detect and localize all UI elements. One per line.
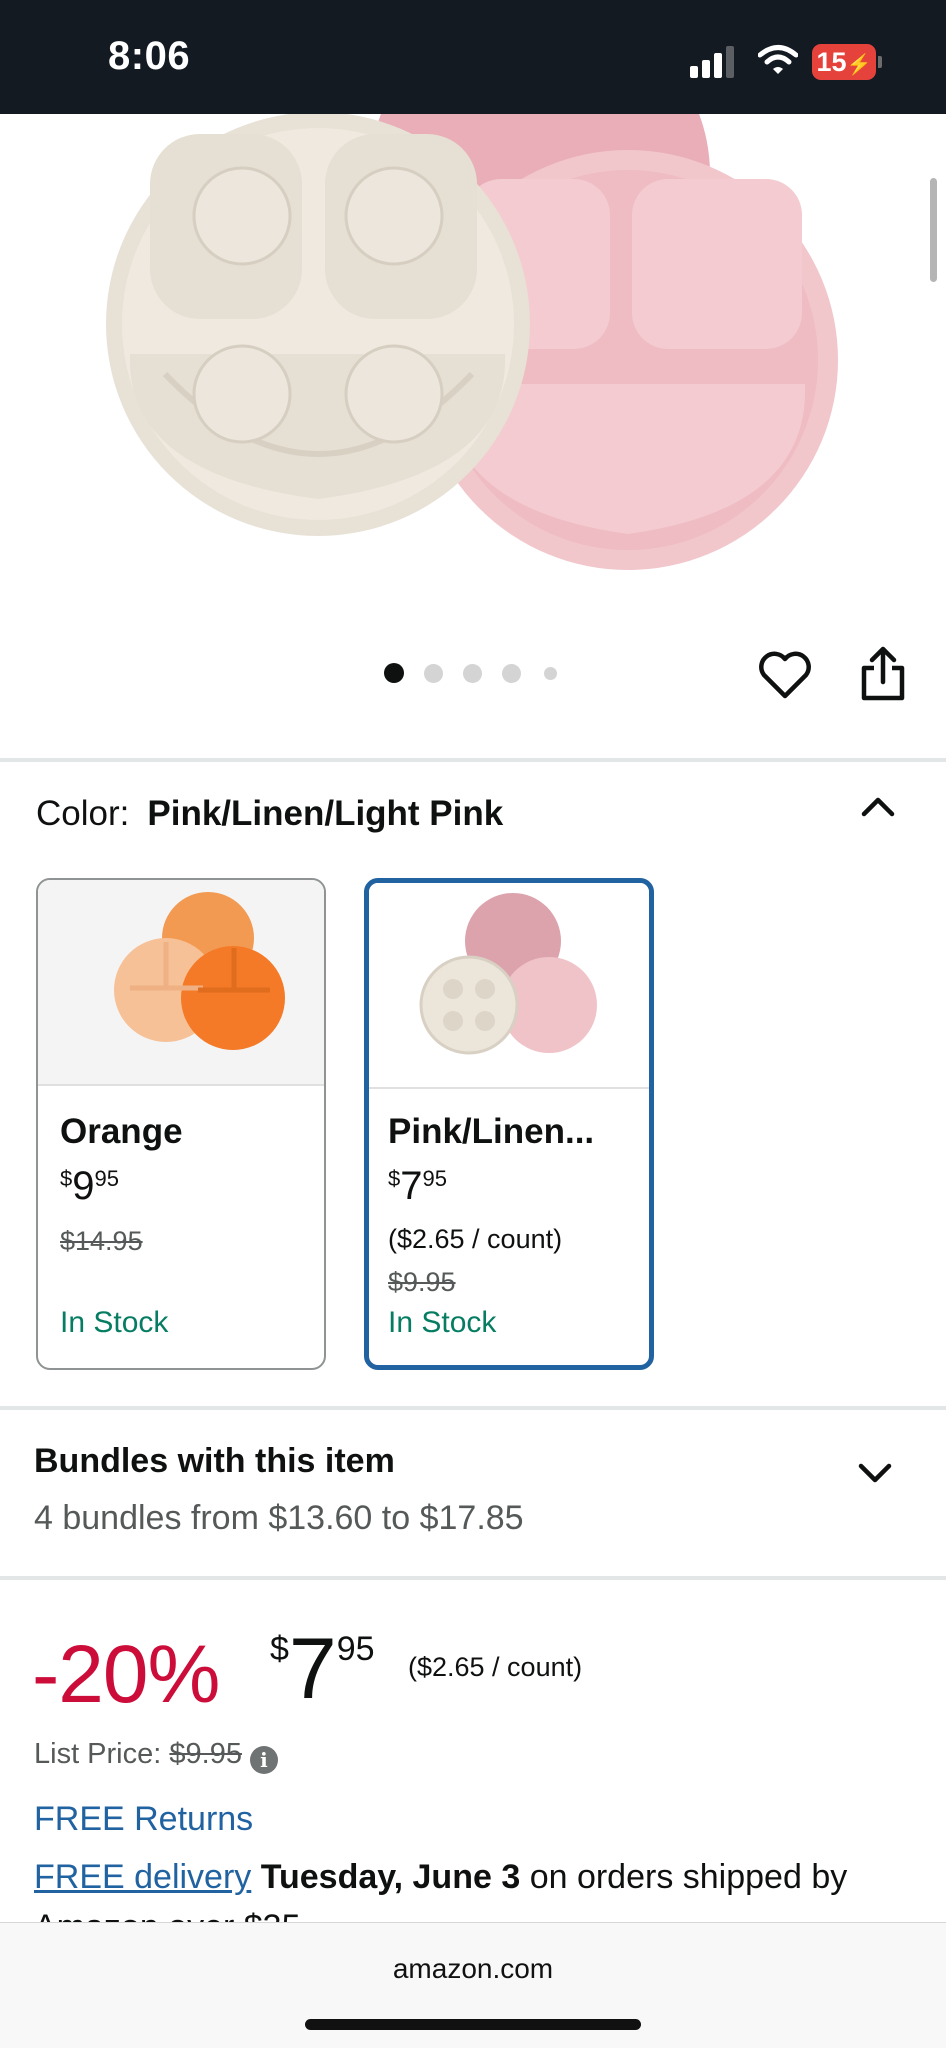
- status-bar: 8:06 15⚡: [0, 0, 946, 114]
- list-price: List Price: $9.95 i: [34, 1738, 278, 1774]
- option-name: Orange: [60, 1112, 183, 1151]
- section-divider: [0, 758, 946, 762]
- free-returns-link[interactable]: FREE Returns: [34, 1800, 253, 1839]
- browser-address-bar[interactable]: amazon.com: [0, 1922, 946, 2048]
- list-price-value: $9.95: [169, 1738, 242, 1770]
- pager-dot[interactable]: [424, 664, 443, 683]
- free-delivery-link[interactable]: FREE delivery: [34, 1858, 251, 1896]
- color-label: Color:: [36, 794, 130, 833]
- list-price-label: List Price:: [34, 1738, 162, 1770]
- pager-dot[interactable]: [463, 664, 482, 683]
- color-selector-header[interactable]: Color: Pink/Linen/Light Pink: [36, 794, 503, 834]
- swatch-image: [369, 883, 649, 1089]
- option-availability: In Stock: [388, 1306, 497, 1339]
- pager-dot-active[interactable]: [384, 663, 404, 683]
- option-list-price: $14.95: [60, 1226, 143, 1256]
- heart-icon[interactable]: [758, 650, 812, 700]
- delivery-date: Tuesday, June 3: [260, 1858, 521, 1896]
- info-icon[interactable]: i: [249, 1746, 278, 1774]
- battery-level: 15: [816, 47, 847, 77]
- option-list-price: $9.95: [388, 1267, 456, 1297]
- delivery-info: FREE delivery Tuesday, June 3 on orders …: [34, 1858, 847, 1897]
- chevron-up-icon[interactable]: [858, 792, 898, 822]
- status-time: 8:06: [108, 34, 191, 78]
- delivery-suffix: on orders shipped by: [529, 1858, 848, 1896]
- unit-price: ($2.65 / count): [408, 1652, 583, 1682]
- bundles-subtitle: 4 bundles from $13.60 to $17.85: [34, 1499, 524, 1537]
- bundles-title[interactable]: Bundles with this item: [34, 1442, 395, 1481]
- wifi-icon: [758, 45, 798, 74]
- color-option-pink-linen[interactable]: Pink/Linen... $795 ($2.65 / count) $9.95…: [364, 878, 654, 1370]
- battery-charging-icon: 15⚡: [812, 44, 882, 80]
- chevron-down-icon[interactable]: [856, 1458, 894, 1486]
- option-price: $995: [60, 1164, 119, 1208]
- section-divider: [0, 1576, 946, 1580]
- section-divider: [0, 1406, 946, 1410]
- url-text[interactable]: amazon.com: [0, 1953, 946, 1985]
- home-indicator[interactable]: [305, 2019, 641, 2030]
- share-icon[interactable]: [860, 646, 906, 702]
- pager-dot[interactable]: [502, 664, 521, 683]
- option-price: $795: [388, 1164, 447, 1208]
- option-name: Pink/Linen...: [388, 1112, 595, 1151]
- selected-color: Pink/Linen/Light Pink: [147, 794, 504, 833]
- scrollbar[interactable]: [930, 178, 937, 282]
- option-availability: In Stock: [60, 1306, 169, 1339]
- current-price: $795: [270, 1621, 375, 1717]
- option-unit-price: ($2.65 / count): [388, 1224, 563, 1254]
- pager-dot[interactable]: [544, 667, 557, 680]
- discount-percentage: -20%: [32, 1629, 220, 1720]
- color-option-orange[interactable]: Orange $995 $14.95 In Stock: [36, 878, 326, 1370]
- signal-icon: [690, 46, 740, 78]
- swatch-image: [38, 880, 324, 1086]
